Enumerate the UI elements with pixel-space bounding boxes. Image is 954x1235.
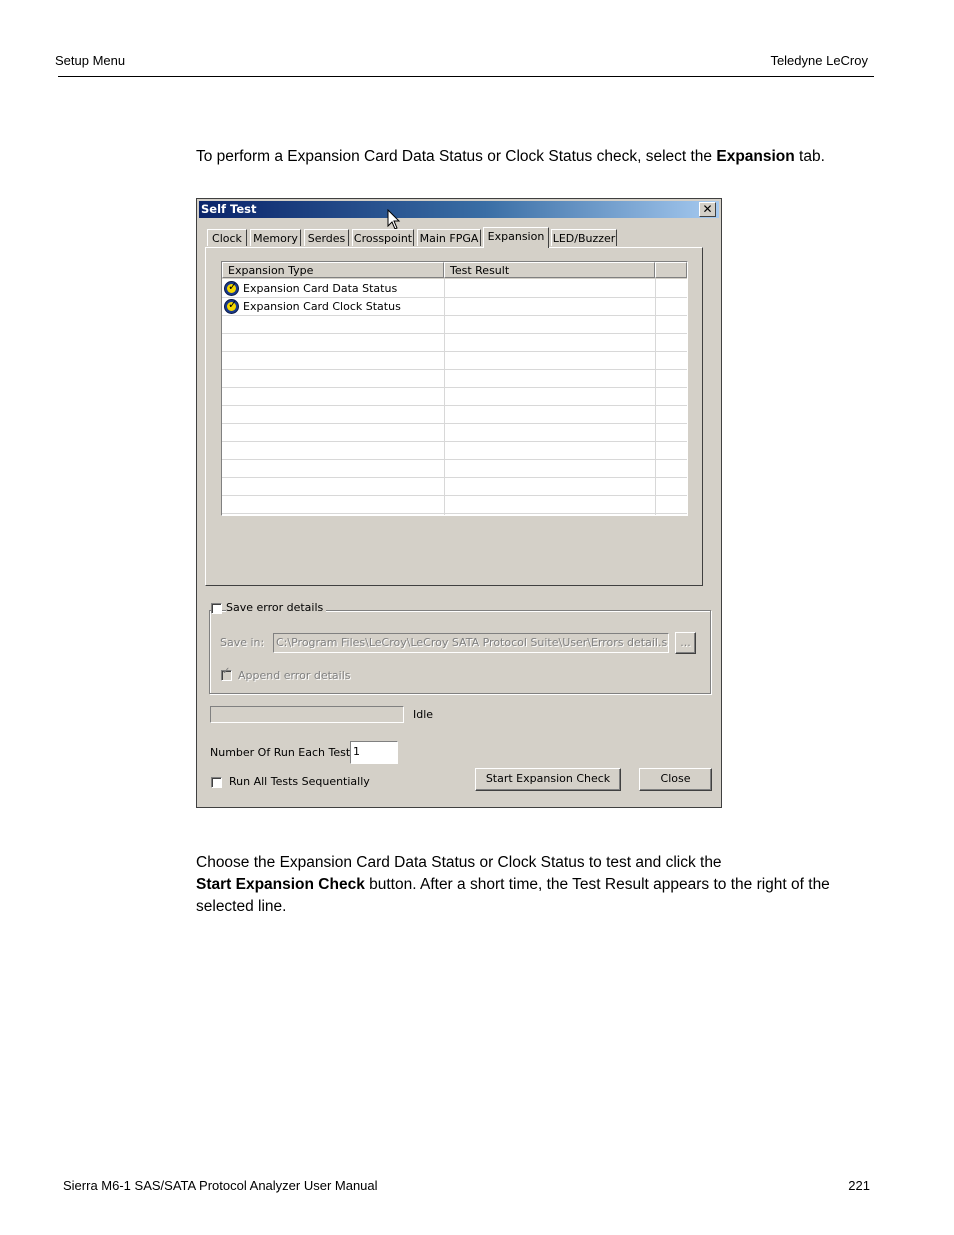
list-item-label: Expansion Card Data Status bbox=[243, 282, 398, 295]
progress-bar bbox=[210, 706, 404, 723]
list-item-label: Expansion Card Clock Status bbox=[243, 300, 401, 313]
empty-row bbox=[222, 442, 687, 460]
close-button[interactable]: Close bbox=[639, 768, 712, 791]
footer-manual-title: Sierra M6-1 SAS/SATA Protocol Analyzer U… bbox=[63, 1178, 378, 1193]
column-header-expansion-type[interactable]: Expansion Type bbox=[222, 262, 444, 278]
empty-row bbox=[222, 460, 687, 478]
expansion-test-list[interactable]: Expansion Type Test Result ✓ Expansion C… bbox=[221, 261, 688, 516]
intro-paragraph: To perform a Expansion Card Data Status … bbox=[196, 146, 876, 168]
tab-memory[interactable]: Memory bbox=[250, 229, 301, 246]
run-count-input[interactable]: 1 bbox=[350, 741, 398, 764]
mouse-cursor-icon bbox=[387, 209, 401, 230]
tab-crosspoint[interactable]: Crosspoint bbox=[352, 229, 414, 246]
intro-suffix: tab. bbox=[794, 148, 825, 165]
save-in-label: Save in: bbox=[220, 636, 265, 649]
run-all-sequentially-label: Run All Tests Sequentially bbox=[229, 775, 370, 788]
intro-bold: Expansion bbox=[716, 148, 795, 165]
instruction-bold: Start Expansion Check bbox=[196, 876, 365, 893]
empty-row bbox=[222, 334, 687, 352]
empty-row bbox=[222, 406, 687, 424]
list-header: Expansion Type Test Result bbox=[222, 262, 687, 279]
intro-prefix: To perform a Expansion Card Data Status … bbox=[196, 148, 717, 165]
column-header-blank bbox=[655, 262, 687, 278]
save-path-field[interactable]: C:\Program Files\LeCroy\LeCroy SATA Prot… bbox=[273, 633, 669, 653]
empty-row bbox=[222, 352, 687, 370]
self-test-dialog: Self Test ✕ Clock Memory Serdes Crosspoi… bbox=[196, 198, 722, 808]
browse-button[interactable]: ... bbox=[675, 632, 696, 654]
empty-row bbox=[222, 388, 687, 406]
check-icon: ✓ bbox=[224, 298, 239, 314]
empty-row bbox=[222, 424, 687, 442]
footer-page-number: 221 bbox=[848, 1178, 870, 1193]
run-all-sequentially-checkbox[interactable] bbox=[211, 777, 222, 788]
empty-row bbox=[222, 370, 687, 388]
empty-row bbox=[222, 478, 687, 496]
run-count-label: Number Of Run Each Test: bbox=[210, 746, 354, 759]
save-error-details-checkbox[interactable] bbox=[211, 603, 222, 614]
dialog-title: Self Test bbox=[201, 202, 257, 216]
empty-row bbox=[222, 496, 687, 514]
status-text: Idle bbox=[413, 708, 434, 721]
empty-row bbox=[222, 316, 687, 334]
dialog-titlebar: Self Test ✕ bbox=[199, 201, 719, 218]
check-icon: ✓ bbox=[224, 280, 239, 296]
tab-expansion[interactable]: Expansion bbox=[483, 227, 549, 248]
tab-led-buzzer[interactable]: LED/Buzzer bbox=[551, 229, 617, 246]
list-item[interactable]: ✓ Expansion Card Data Status bbox=[222, 280, 687, 298]
header-company: Teledyne LeCroy bbox=[770, 53, 868, 68]
header-rule bbox=[58, 76, 874, 77]
start-expansion-check-button[interactable]: Start Expansion Check bbox=[475, 768, 621, 791]
column-header-test-result[interactable]: Test Result bbox=[444, 262, 655, 278]
tab-clock[interactable]: Clock bbox=[207, 229, 247, 246]
tab-main-fpga[interactable]: Main FPGA bbox=[417, 229, 481, 246]
checkmark-icon: ✓ bbox=[222, 666, 231, 677]
tab-serdes[interactable]: Serdes bbox=[304, 229, 349, 246]
list-item[interactable]: ✓ Expansion Card Clock Status bbox=[222, 298, 687, 316]
save-error-details-label: Save error details bbox=[226, 601, 327, 614]
instruction-line1: Choose the Expansion Card Data Status or… bbox=[196, 854, 722, 871]
close-icon[interactable]: ✕ bbox=[699, 202, 716, 217]
instruction-paragraph: Choose the Expansion Card Data Status or… bbox=[196, 852, 876, 918]
append-error-details-label: Append error details bbox=[238, 669, 351, 682]
header-section-title: Setup Menu bbox=[55, 53, 126, 68]
